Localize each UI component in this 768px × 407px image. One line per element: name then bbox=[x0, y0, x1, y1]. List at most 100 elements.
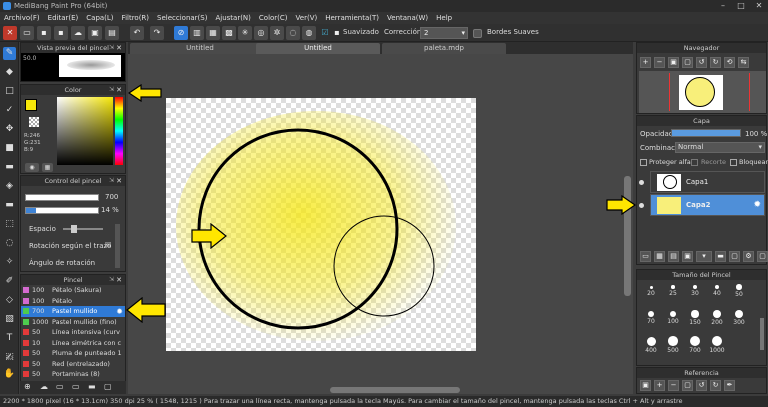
close-icon[interactable]: ✕ bbox=[116, 43, 122, 53]
snap-off-icon[interactable]: ⊘ bbox=[174, 26, 188, 40]
correction-select[interactable]: 2 ▾ bbox=[420, 27, 468, 39]
tab-paleta[interactable]: paleta.mdp bbox=[382, 43, 506, 54]
maximize-icon[interactable]: □ bbox=[732, 0, 750, 12]
brush-size-preset[interactable]: 25 bbox=[662, 281, 684, 301]
zoom-in-icon[interactable]: + bbox=[640, 57, 651, 68]
reset-rotation-icon[interactable]: ⟲ bbox=[724, 57, 735, 68]
new-8bit-layer-icon[interactable]: ▤ bbox=[668, 251, 679, 262]
magic-wand-tool-icon[interactable]: ✧ bbox=[3, 256, 16, 269]
brush-size-preset[interactable]: 400 bbox=[640, 335, 662, 355]
move-tool-icon[interactable]: ✥ bbox=[3, 123, 16, 136]
brush-size-preset[interactable]: 20 bbox=[640, 281, 662, 301]
brush-size-slider[interactable] bbox=[25, 194, 99, 201]
saturation-value-picker[interactable] bbox=[57, 97, 113, 165]
text-tool-icon[interactable]: T bbox=[3, 332, 16, 345]
fit-icon[interactable]: ▢ bbox=[682, 380, 693, 391]
brush-list-item[interactable]: 50 Línea intensiva (curv bbox=[21, 327, 125, 338]
brush-size-preset[interactable]: 150 bbox=[684, 308, 706, 328]
snap-vanishing-icon[interactable]: ✲ bbox=[270, 26, 284, 40]
brush-list-item[interactable]: 700 Pastel mullido ✹ bbox=[21, 306, 125, 317]
select-tool-icon[interactable]: ⬚ bbox=[3, 218, 16, 231]
open-reference-icon[interactable]: ▣ bbox=[640, 380, 651, 391]
brush-list-item[interactable]: 10 Línea simétrica con c bbox=[21, 338, 125, 349]
brush-size-preset[interactable]: 500 bbox=[662, 335, 684, 355]
cloud-brush-icon[interactable]: ☁ bbox=[40, 382, 48, 391]
close-icon[interactable]: ✕ bbox=[116, 275, 122, 285]
color-wheel-icon[interactable]: ◉ bbox=[25, 163, 39, 172]
delete-layer-icon[interactable]: ▢ bbox=[757, 251, 768, 262]
cloud-icon[interactable]: ☁ bbox=[71, 26, 85, 40]
snap-grid-icon[interactable]: ▩ bbox=[222, 26, 236, 40]
pen-tool-icon[interactable]: ✍ bbox=[3, 352, 16, 365]
dot-tool-icon[interactable]: ✓ bbox=[3, 104, 16, 117]
brush-list-item[interactable]: 1000 Pastel mullido (fino) bbox=[21, 317, 125, 328]
save-icon[interactable]: ▣ bbox=[88, 26, 102, 40]
blend-tool-icon[interactable]: ▬ bbox=[3, 199, 16, 212]
brush-list-item[interactable]: 50 Portaminas (8) bbox=[21, 369, 125, 380]
zoom-in-icon[interactable]: + bbox=[654, 380, 665, 391]
menu-file[interactable]: Archivo(F) bbox=[4, 14, 40, 22]
pin-icon[interactable]: ⇲ bbox=[109, 43, 114, 53]
layer-opacity-slider[interactable] bbox=[671, 129, 741, 137]
bucket-tool-icon[interactable]: ◈ bbox=[3, 180, 16, 193]
divide-tool-icon[interactable]: ▧ bbox=[3, 313, 16, 326]
folder-icon[interactable]: ▬ bbox=[88, 382, 96, 391]
brush-list-item[interactable]: 100 Pétalo bbox=[21, 296, 125, 307]
brush-list-item[interactable]: 50 Pluma de punteado 1 bbox=[21, 348, 125, 359]
soft-edges-checkbox[interactable] bbox=[473, 29, 482, 38]
menu-adjust[interactable]: Ajustar(N) bbox=[215, 14, 250, 22]
menu-help[interactable]: Help bbox=[436, 14, 452, 22]
export-icon[interactable]: ▤ bbox=[105, 26, 119, 40]
brush-size-preset[interactable]: 1000 bbox=[706, 335, 728, 355]
edit-brush-icon[interactable]: ▭ bbox=[56, 382, 64, 391]
brush-tool-icon[interactable]: ✎ bbox=[3, 47, 16, 60]
rotate-left-icon[interactable]: ↺ bbox=[696, 57, 707, 68]
menu-select[interactable]: Seleccionar(S) bbox=[157, 14, 207, 22]
navigator-preview[interactable] bbox=[639, 71, 766, 113]
close-icon[interactable]: ✕ bbox=[750, 0, 768, 12]
brush-size-preset[interactable]: 300 bbox=[728, 308, 750, 328]
layer-row-capa2[interactable]: Capa2 ✹ bbox=[650, 194, 765, 216]
brush-size-preset[interactable]: 200 bbox=[706, 308, 728, 328]
close-doc-icon[interactable]: ✕ bbox=[3, 26, 17, 40]
new-1bit-layer-icon[interactable]: ▣ bbox=[682, 251, 693, 262]
comment-icon[interactable]: ▪ bbox=[37, 26, 51, 40]
menu-view[interactable]: Ver(V) bbox=[296, 14, 318, 22]
fill-rect-tool-icon[interactable]: ■ bbox=[3, 142, 16, 155]
brush-size-preset[interactable]: 700 bbox=[684, 335, 706, 355]
delete-brush-icon[interactable]: ▢ bbox=[104, 382, 112, 391]
gradient-tool-icon[interactable]: ▬ bbox=[3, 161, 16, 174]
snap-concentric-icon[interactable]: ◎ bbox=[254, 26, 268, 40]
new-layer-icon[interactable]: ▭ bbox=[640, 251, 651, 262]
gear-icon[interactable]: ✹ bbox=[753, 200, 761, 210]
rotate-right-icon[interactable]: ↻ bbox=[710, 380, 721, 391]
brush-size-preset[interactable]: 70 bbox=[640, 308, 662, 328]
folder-icon[interactable]: ▬ bbox=[715, 251, 726, 262]
rotate-right-icon[interactable]: ↻ bbox=[710, 57, 721, 68]
zoom-out-icon[interactable]: − bbox=[654, 57, 665, 68]
menu-window[interactable]: Ventana(W) bbox=[387, 14, 428, 22]
eyedropper-icon[interactable]: ✒ bbox=[724, 380, 735, 391]
clip-checkbox[interactable] bbox=[691, 159, 698, 166]
new-halftone-layer-icon[interactable]: ▦ bbox=[654, 251, 665, 262]
snap-curve-icon[interactable]: ◌ bbox=[286, 26, 300, 40]
menu-layer[interactable]: Capa(L) bbox=[86, 14, 113, 22]
duplicate-layer-icon[interactable]: ▢ bbox=[729, 251, 740, 262]
minimize-icon[interactable]: – bbox=[714, 0, 732, 12]
copy-brush-icon[interactable]: ▭ bbox=[72, 382, 80, 391]
menu-edit[interactable]: Editar(E) bbox=[48, 14, 79, 22]
brush-list-item[interactable]: 50 Red (entrelazado) bbox=[21, 359, 125, 370]
menu-color[interactable]: Color(C) bbox=[259, 14, 288, 22]
brush-size-preset[interactable]: 30 bbox=[684, 281, 706, 301]
brush-list-item[interactable]: 100 Pétalo (Sakura) bbox=[21, 285, 125, 296]
rotate-left-icon[interactable]: ↺ bbox=[696, 380, 707, 391]
brush-opacity-slider[interactable] bbox=[25, 207, 99, 214]
spacing-slider[interactable] bbox=[63, 225, 103, 233]
tab-untitled-2[interactable]: Untitled bbox=[256, 43, 380, 54]
menu-tool[interactable]: Herramienta(T) bbox=[325, 14, 379, 22]
fit-icon[interactable]: ▣ bbox=[668, 57, 679, 68]
blend-mode-select[interactable]: Normal ▾ bbox=[675, 142, 765, 153]
flip-horizontal-icon[interactable]: ⇆ bbox=[738, 57, 749, 68]
spacing-handle[interactable] bbox=[71, 225, 77, 233]
brush-size-preset[interactable]: 40 bbox=[706, 281, 728, 301]
